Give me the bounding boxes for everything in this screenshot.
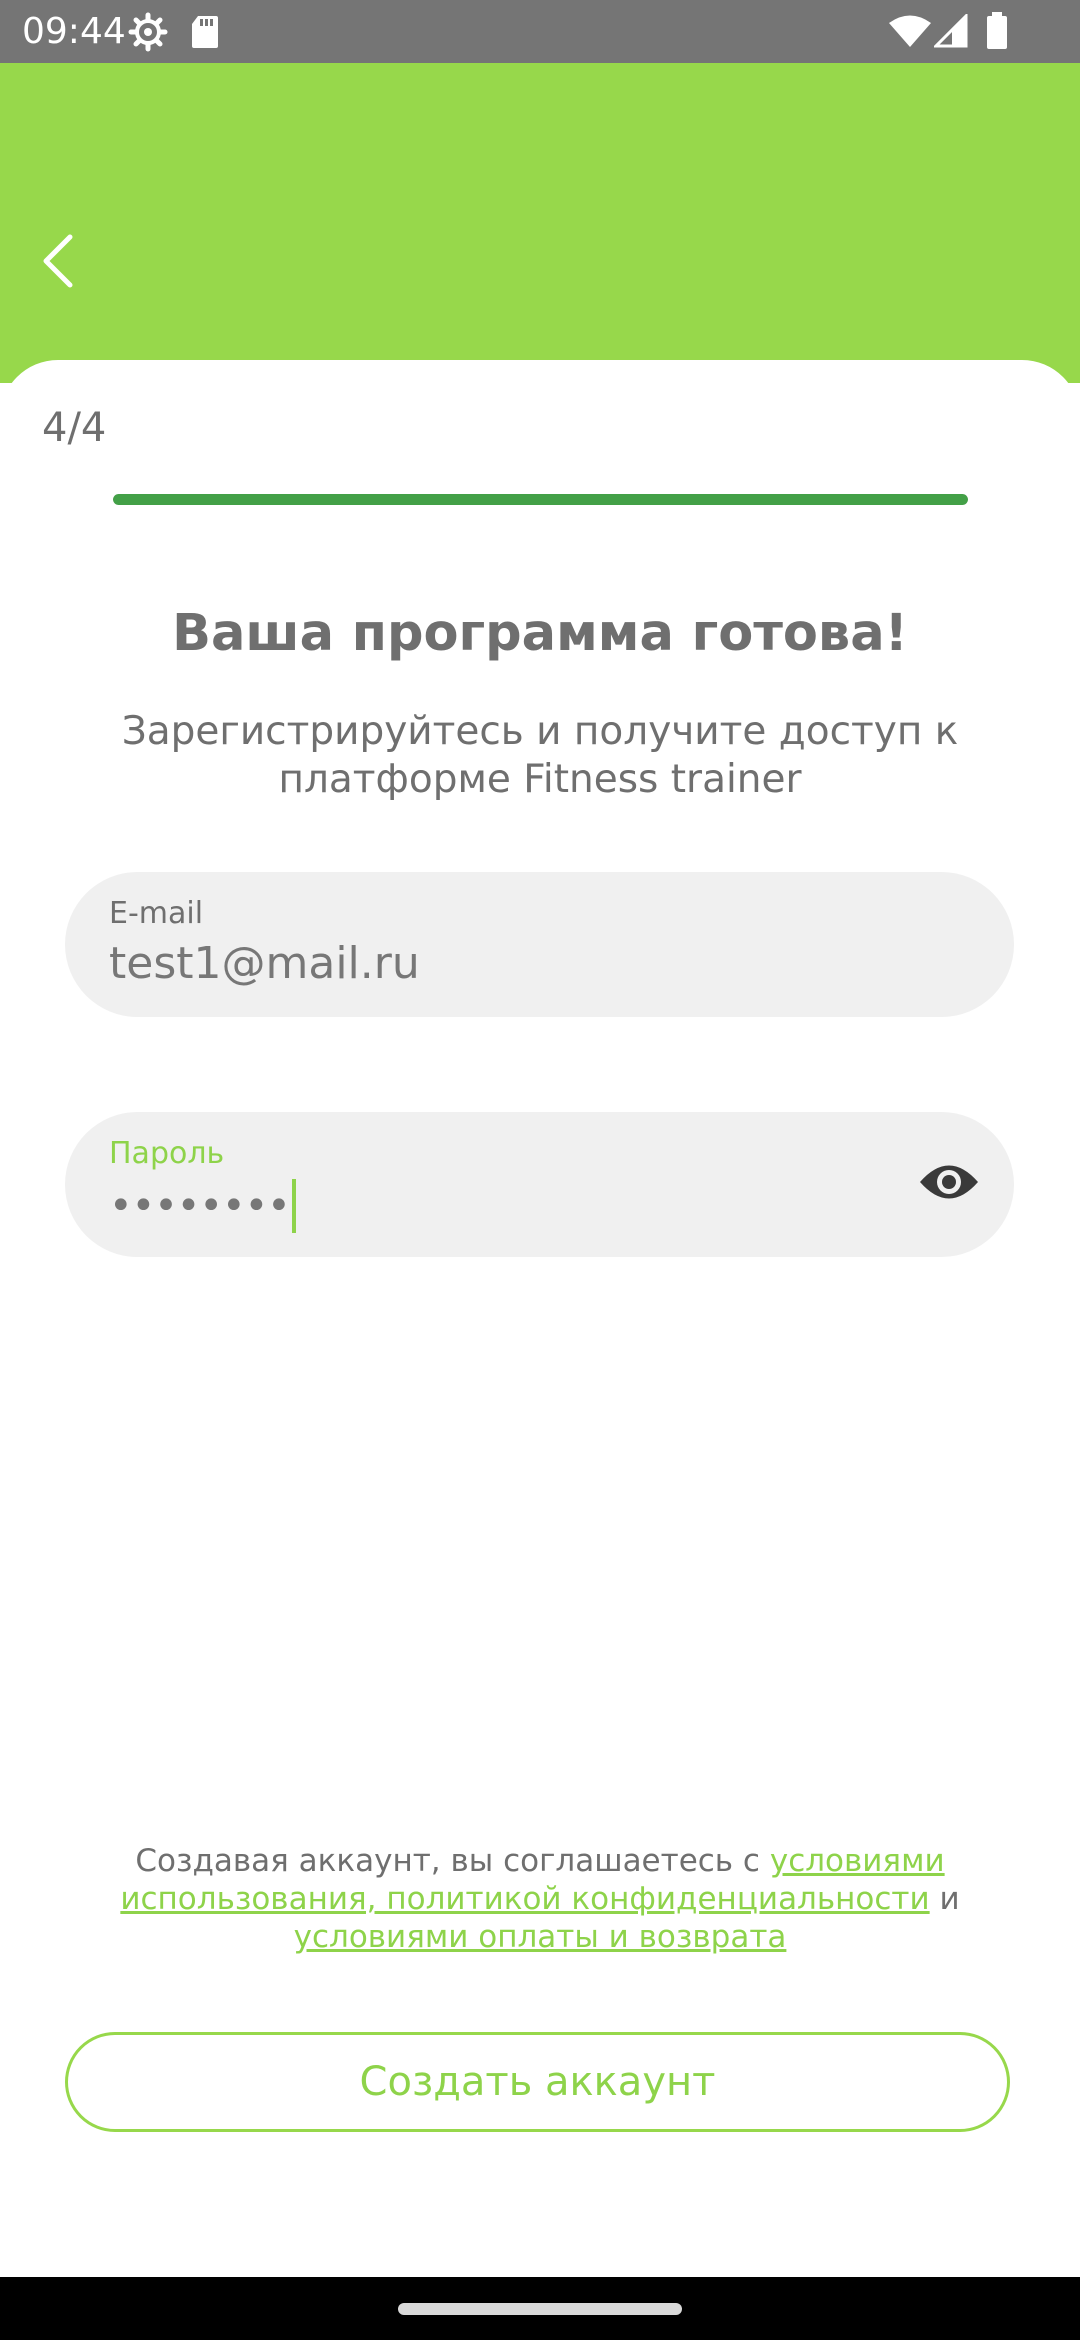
page-subtitle: Зарегистрируйтесь и получите доступ к пл… — [121, 709, 959, 802]
toggle-password-visibility-button[interactable] — [914, 1152, 984, 1216]
email-input[interactable] — [109, 936, 929, 992]
email-field[interactable]: E-mail — [65, 872, 1014, 1017]
password-masked-value: •••••••• — [109, 1183, 291, 1229]
password-label: Пароль — [109, 1136, 225, 1171]
email-label: E-mail — [109, 896, 204, 931]
signal-icon — [932, 12, 968, 52]
progress-fill — [113, 494, 968, 505]
status-time: 09:44 — [22, 11, 126, 52]
text-cursor — [291, 1179, 296, 1233]
back-button[interactable] — [22, 218, 94, 308]
home-gesture-handle[interactable] — [398, 2303, 682, 2315]
terms-middle: и — [929, 1881, 960, 1917]
sd-card-icon — [190, 14, 220, 54]
password-input[interactable]: •••••••• — [109, 1178, 296, 1234]
payment-terms-link[interactable]: условиями оплаты и возврата — [294, 1919, 787, 1955]
battery-icon — [986, 12, 1008, 54]
terms-prefix: Создавая аккаунт, вы соглашаетесь с — [135, 1843, 770, 1879]
create-account-button[interactable]: Создать аккаунт — [65, 2032, 1010, 2132]
status-bar: 09:44 — [0, 0, 1080, 63]
settings-icon — [128, 12, 168, 56]
terms-text: Создавая аккаунт, вы соглашаетесь с усло… — [110, 1842, 970, 1956]
progress-bar — [113, 494, 968, 505]
header — [0, 63, 1080, 383]
wifi-icon — [888, 14, 932, 52]
page-title: Ваша программа готова! — [172, 604, 908, 663]
password-field[interactable]: Пароль •••••••• — [65, 1112, 1014, 1257]
eye-icon — [918, 1161, 980, 1207]
step-counter: 4/4 — [42, 405, 107, 451]
chevron-left-icon — [38, 233, 78, 293]
